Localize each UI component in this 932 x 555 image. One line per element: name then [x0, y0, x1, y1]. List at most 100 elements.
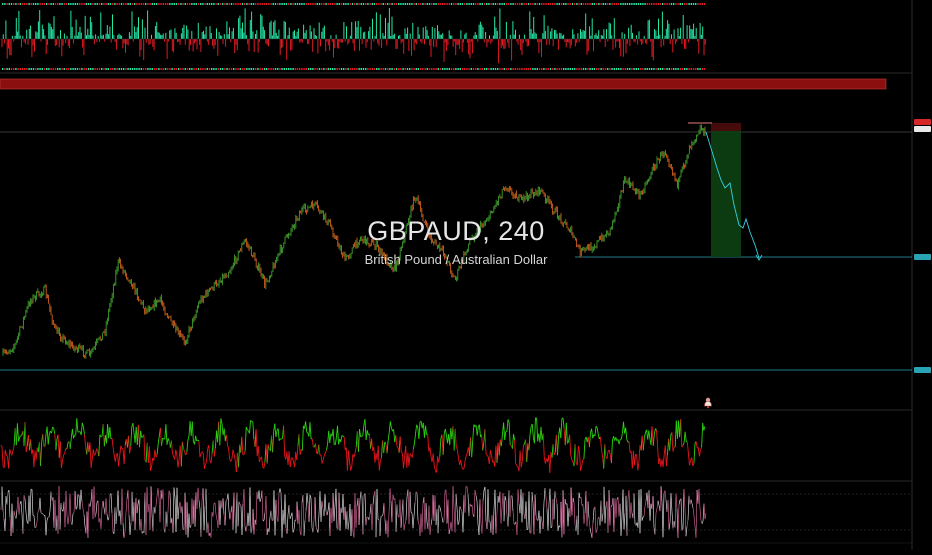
stochastic-segment: [369, 514, 370, 520]
stochastic-segment: [345, 507, 346, 529]
lower-level-tag[interactable]: [914, 367, 931, 373]
oscillator-segment: [577, 446, 578, 465]
signal-dot: [132, 3, 133, 5]
oscillator-segment: [572, 460, 573, 463]
oscillator-segment: [445, 429, 446, 435]
stop-loss-zone[interactable]: [711, 123, 741, 131]
stochastic-segment: [597, 518, 598, 530]
stochastic-segment: [600, 501, 601, 526]
stochastic-segment: [609, 490, 610, 525]
take-profit-zone[interactable]: [711, 131, 741, 257]
signal-dot: [418, 68, 419, 70]
oscillator-segment: [465, 456, 466, 461]
stochastic-segment: [75, 491, 76, 509]
red-banner-bar[interactable]: [0, 79, 886, 89]
target-price-tag[interactable]: [914, 254, 931, 260]
oscillator-indicator-pane[interactable]: [1, 418, 705, 473]
stochastic-segment: [389, 489, 390, 514]
oscillator-segment: [428, 434, 429, 452]
oscillator-segment: [144, 435, 145, 461]
signal-dot: [631, 68, 632, 70]
signal-dot: [55, 68, 56, 70]
stochastic-segment: [678, 505, 679, 538]
signal-dot: [220, 3, 221, 5]
current-price-tag[interactable]: [914, 119, 931, 125]
oscillator-segment: [234, 454, 235, 460]
oscillator-segment: [652, 426, 653, 445]
oscillator-segment: [702, 423, 703, 447]
oscillator-segment: [290, 458, 291, 467]
signal-dot: [479, 68, 480, 70]
signal-dot: [396, 68, 397, 70]
histogram-indicator-pane[interactable]: [2, 3, 705, 70]
signal-dot: [427, 3, 428, 5]
signal-dot: [449, 68, 450, 70]
oscillator-segment: [482, 435, 483, 451]
stochastic-segment: [567, 504, 568, 527]
stochastic-segment: [506, 500, 507, 515]
oscillator-segment: [412, 449, 413, 458]
signal-dot: [543, 68, 544, 70]
signal-dot: [367, 68, 368, 70]
signal-dot: [31, 3, 32, 5]
oscillator-segment: [639, 445, 640, 462]
signal-dot: [669, 3, 670, 5]
signal-dot: [358, 68, 359, 70]
stochastic-segment: [350, 504, 351, 536]
stochastic-segment: [608, 490, 609, 533]
oscillator-segment: [515, 440, 516, 464]
chart-canvas[interactable]: [0, 0, 932, 550]
oscillator-segment: [509, 422, 510, 445]
signal-dot: [572, 68, 573, 70]
signal-dot: [444, 3, 445, 5]
signal-dot: [182, 68, 183, 70]
stochastic-segment: [468, 494, 469, 516]
signal-dot: [22, 68, 23, 70]
price-candles[interactable]: [3, 125, 705, 359]
stochastic-segment: [570, 488, 571, 518]
signal-dot: [354, 68, 355, 70]
signal-dot: [204, 3, 205, 5]
oscillator-segment: [394, 429, 395, 442]
signal-dot: [594, 68, 595, 70]
signal-dot: [13, 68, 14, 70]
oscillator-segment: [388, 433, 389, 441]
signal-dot: [387, 3, 388, 5]
signal-dot: [35, 3, 36, 5]
signal-dot: [229, 3, 230, 5]
signal-dot: [336, 68, 337, 70]
signal-dot: [636, 68, 637, 70]
signal-dot: [596, 68, 597, 70]
signal-dot: [94, 3, 95, 5]
signal-dot: [226, 68, 227, 70]
oscillator-segment: [696, 441, 697, 448]
signal-dot: [559, 68, 560, 70]
stochastic-segment: [101, 508, 102, 529]
oscillator-segment: [611, 440, 612, 463]
signal-dot: [409, 68, 410, 70]
signal-dot: [363, 3, 364, 5]
signal-dot: [145, 3, 146, 5]
oscillator-segment: [214, 448, 215, 456]
signal-dot: [312, 68, 313, 70]
stochastic-segment: [497, 496, 498, 512]
stochastic-segment: [510, 496, 511, 517]
stochastic-segment: [132, 492, 133, 521]
signal-dot: [440, 3, 441, 5]
signal-dot: [103, 3, 104, 5]
signal-dot: [246, 68, 247, 70]
bell-icon[interactable]: [703, 397, 713, 409]
signal-dot: [704, 68, 705, 70]
signal-dot: [259, 68, 260, 70]
signal-dot: [264, 3, 265, 5]
stochastic-segment: [178, 507, 179, 520]
entry-price-tag[interactable]: [914, 126, 931, 132]
oscillator-segment: [397, 446, 398, 447]
oscillator-segment: [124, 445, 125, 464]
stochastic-segment: [604, 487, 605, 523]
stochastic-segment: [287, 515, 288, 534]
signal-dot: [125, 68, 126, 70]
chart-area[interactable]: GBPAUD, 240 British Pound / Australian D…: [0, 0, 932, 550]
stochastic-segment: [430, 525, 431, 535]
stochastic-segment: [415, 492, 416, 503]
